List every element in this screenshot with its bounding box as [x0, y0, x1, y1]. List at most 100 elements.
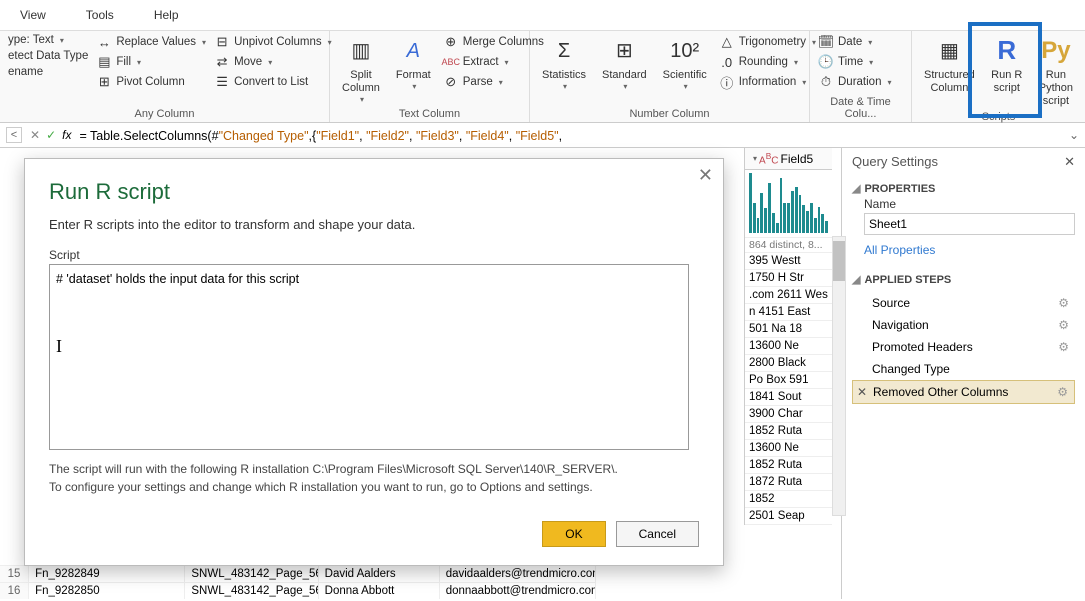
script-editor[interactable]: # 'dataset' holds the input data for thi… [49, 264, 689, 450]
format-btn[interactable]: A Format▾ [390, 33, 437, 94]
query-name-input[interactable] [864, 213, 1075, 235]
replace-values-btn[interactable]: ↔Replace Values▾ [94, 33, 208, 51]
delete-step-icon[interactable]: ✕ [857, 385, 867, 399]
gear-icon[interactable]: ⚙ [1058, 296, 1069, 310]
trig-btn[interactable]: △Trigonometry▾ [717, 33, 818, 51]
table-row[interactable]: 15Fn_9282849SNWL_483142_Page_5659David A… [0, 565, 596, 582]
standard-btn[interactable]: ⊞Standard▾ [596, 33, 653, 94]
abc-type-icon: ABC [759, 151, 778, 166]
r-icon: R [991, 35, 1023, 67]
scientific-icon: 10² [669, 35, 701, 67]
structured-column-btn[interactable]: ▦Structured Column [918, 33, 981, 97]
fill-btn[interactable]: ▤Fill▾ [94, 53, 208, 71]
date-btn[interactable]: 🗓Date▾ [816, 33, 905, 51]
table-cell[interactable]: Po Box 591 [745, 372, 832, 389]
caret-icon[interactable]: ◢ [852, 274, 860, 286]
run-r-script-dialog: ✕ Run R script Enter R scripts into the … [24, 158, 724, 566]
table-cell[interactable]: 13600 Ne [745, 338, 832, 355]
group-any-column: Any Column [6, 108, 323, 122]
table-cell[interactable]: n 4151 East [745, 304, 832, 321]
formula-cancel-icon[interactable]: ✕ [30, 128, 40, 142]
run-r-script-btn[interactable]: RRun R script [985, 33, 1029, 97]
table-cell[interactable]: 1852 [745, 491, 832, 508]
query-settings-title: Query Settings [852, 154, 938, 170]
column-sparkline [745, 170, 832, 238]
convert-to-list-btn[interactable]: ☰Convert to List [212, 73, 334, 91]
table-cell[interactable]: .com 2611 Wes [745, 287, 832, 304]
table-cell[interactable]: 2501 Seap [745, 508, 832, 525]
information-btn[interactable]: ⓘInformation▾ [717, 73, 818, 91]
gear-icon[interactable]: ⚙ [1057, 385, 1068, 399]
merge-icon: ⊕ [443, 34, 459, 50]
menu-view[interactable]: View [0, 4, 66, 26]
parse-icon: ⊘ [443, 74, 459, 90]
table-cell[interactable]: 2800 Black [745, 355, 832, 372]
menu-help[interactable]: Help [134, 4, 199, 26]
rename-btn[interactable]: ename [6, 65, 90, 79]
applied-step[interactable]: Changed Type [852, 358, 1075, 380]
table-cell[interactable]: 1852 Ruta [745, 457, 832, 474]
all-properties-link[interactable]: All Properties [864, 235, 935, 257]
extract-icon: ABC [443, 54, 459, 70]
gear-icon[interactable]: ⚙ [1058, 340, 1069, 354]
column-header-field5[interactable]: ▾ ABC Field5 [745, 148, 832, 170]
rounding-icon: .0 [719, 54, 735, 70]
format-icon: A [397, 35, 429, 67]
group-scripts: Scripts [918, 111, 1079, 125]
scientific-btn[interactable]: 10²Scientific▾ [657, 33, 713, 94]
gear-icon[interactable]: ⚙ [1058, 318, 1069, 332]
duration-btn[interactable]: ⏱Duration▾ [816, 73, 905, 91]
applied-step[interactable]: Navigation⚙ [852, 314, 1075, 336]
run-python-script-btn[interactable]: PyRun Python script [1033, 33, 1079, 111]
pivot-column-btn[interactable]: ⊞Pivot Column [94, 73, 208, 91]
detect-data-type-btn[interactable]: etect Data Type [6, 49, 90, 63]
group-text-column: Text Column [336, 108, 523, 122]
sigma-icon: Σ [548, 35, 580, 67]
time-icon: 🕒 [818, 54, 834, 70]
fx-icon[interactable]: fx [62, 128, 71, 142]
date-icon: 🗓 [818, 34, 834, 50]
applied-step[interactable]: Promoted Headers⚙ [852, 336, 1075, 358]
cancel-button[interactable]: Cancel [616, 521, 699, 547]
script-label: Script [49, 248, 699, 262]
split-column-btn[interactable]: ▥ Split Column▾ [336, 33, 386, 107]
group-number-column: Number Column [536, 108, 803, 122]
properties-heading: PROPERTIES [864, 183, 935, 195]
table-cell[interactable]: 1852 Ruta [745, 423, 832, 440]
distinct-count: 864 distinct, 8... [745, 238, 832, 253]
applied-step[interactable]: ✕Removed Other Columns⚙ [852, 380, 1075, 404]
data-type-btn[interactable]: ype: Text▾ [6, 33, 90, 47]
move-icon: ⇄ [214, 54, 230, 70]
menu-tools[interactable]: Tools [66, 4, 134, 26]
structured-icon: ▦ [933, 35, 965, 67]
ok-button[interactable]: OK [542, 521, 605, 547]
move-btn[interactable]: ⇄Move▾ [212, 53, 334, 71]
unpivot-btn[interactable]: ⊟Unpivot Columns▾ [212, 33, 334, 51]
rounding-btn[interactable]: .0Rounding▾ [717, 53, 818, 71]
vertical-scrollbar[interactable] [832, 236, 846, 516]
replace-icon: ↔ [96, 34, 112, 50]
duration-icon: ⏱ [818, 74, 834, 90]
table-cell[interactable]: 1872 Ruta [745, 474, 832, 491]
split-icon: ▥ [345, 35, 377, 67]
time-btn[interactable]: 🕒Time▾ [816, 53, 905, 71]
dialog-close-icon[interactable]: ✕ [698, 165, 713, 186]
table-cell[interactable]: 395 Westt [745, 253, 832, 270]
formula-expand-icon[interactable]: ⌄ [1069, 128, 1079, 142]
table-row[interactable]: 16Fn_9282850SNWL_483142_Page_5659Donna A… [0, 582, 596, 599]
formula-apply-icon[interactable]: ✓ [46, 128, 56, 142]
table-cell[interactable]: 501 Na 18 [745, 321, 832, 338]
caret-icon[interactable]: ◢ [852, 183, 860, 195]
close-query-settings-icon[interactable]: ✕ [1064, 154, 1075, 170]
dialog-title: Run R script [49, 179, 699, 205]
statistics-btn[interactable]: ΣStatistics▾ [536, 33, 592, 94]
table-cell[interactable]: 13600 Ne [745, 440, 832, 457]
fill-icon: ▤ [96, 54, 112, 70]
table-cell[interactable]: 1750 H Str [745, 270, 832, 287]
trig-icon: △ [719, 34, 735, 50]
applied-step[interactable]: Source⚙ [852, 292, 1075, 314]
formula-text[interactable]: = Table.SelectColumns(#"Changed Type",{"… [79, 128, 1058, 143]
table-cell[interactable]: 1841 Sout [745, 389, 832, 406]
table-cell[interactable]: 3900 Char [745, 406, 832, 423]
nav-back-btn[interactable]: < [6, 127, 22, 143]
